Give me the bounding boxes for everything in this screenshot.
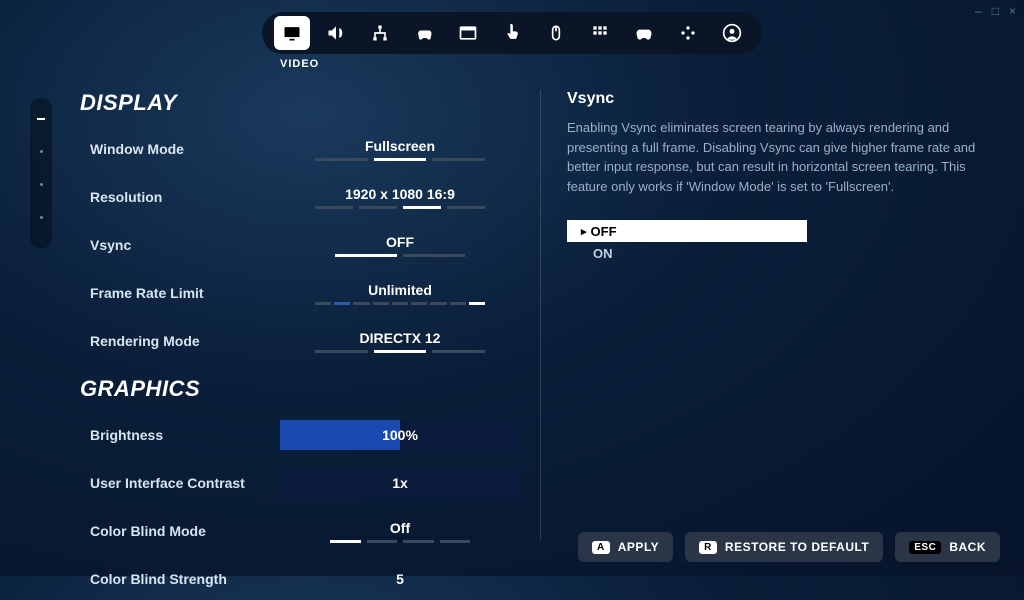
side-nav-item-active[interactable] xyxy=(37,118,45,120)
section-graphics: GRAPHICS xyxy=(80,376,520,402)
side-nav xyxy=(30,90,60,540)
tab-grid-icon[interactable] xyxy=(582,16,618,50)
tab-touch-icon[interactable] xyxy=(494,16,530,50)
top-tab-bar xyxy=(262,12,762,54)
tab-game-icon[interactable] xyxy=(406,16,442,50)
info-title: Vsync xyxy=(567,90,994,108)
option-off[interactable]: OFF xyxy=(567,220,807,242)
tab-video[interactable] xyxy=(274,16,310,50)
close-icon[interactable]: × xyxy=(1009,4,1016,18)
minimize-icon[interactable]: – xyxy=(975,4,982,18)
section-display: DISPLAY xyxy=(80,90,520,116)
info-description: Enabling Vsync eliminates screen tearing… xyxy=(567,118,994,196)
row-cb-strength[interactable]: Color Blind Strength 5 xyxy=(80,558,520,600)
option-on[interactable]: ON xyxy=(567,242,807,264)
row-brightness[interactable]: Brightness 100% xyxy=(80,414,520,456)
row-resolution[interactable]: Resolution 1920 x 1080 16:9 xyxy=(80,176,520,218)
side-nav-item[interactable] xyxy=(40,183,43,186)
side-nav-item[interactable] xyxy=(40,150,43,153)
footer-buttons: AAPPLY RRESTORE TO DEFAULT ESCBACK xyxy=(578,532,1000,562)
info-panel: Vsync Enabling Vsync eliminates screen t… xyxy=(540,90,994,540)
apply-button[interactable]: AAPPLY xyxy=(578,532,673,562)
tab-network-icon[interactable] xyxy=(362,16,398,50)
tab-ui-icon[interactable] xyxy=(450,16,486,50)
back-button[interactable]: ESCBACK xyxy=(895,532,1000,562)
active-tab-label: VIDEO xyxy=(262,58,762,70)
row-ui-contrast[interactable]: User Interface Contrast 1x xyxy=(80,462,520,504)
row-vsync[interactable]: Vsync OFF xyxy=(80,224,520,266)
tab-mouse-icon[interactable] xyxy=(538,16,574,50)
tab-controller-icon[interactable] xyxy=(626,16,662,50)
tab-dpad-icon[interactable] xyxy=(670,16,706,50)
option-list: OFF ON xyxy=(567,220,807,264)
row-frame-rate[interactable]: Frame Rate Limit Unlimited xyxy=(80,272,520,314)
window-controls: – □ × xyxy=(975,4,1016,18)
row-rendering[interactable]: Rendering Mode DIRECTX 12 xyxy=(80,320,520,362)
tab-account-icon[interactable] xyxy=(714,16,750,50)
tab-audio[interactable] xyxy=(318,16,354,50)
row-cb-mode[interactable]: Color Blind Mode Off xyxy=(80,510,520,552)
maximize-icon[interactable]: □ xyxy=(992,4,999,18)
settings-list: DISPLAY Window Mode Fullscreen Resolutio… xyxy=(80,90,540,540)
row-window-mode[interactable]: Window Mode Fullscreen xyxy=(80,128,520,170)
restore-button[interactable]: RRESTORE TO DEFAULT xyxy=(685,532,883,562)
side-nav-item[interactable] xyxy=(40,216,43,219)
